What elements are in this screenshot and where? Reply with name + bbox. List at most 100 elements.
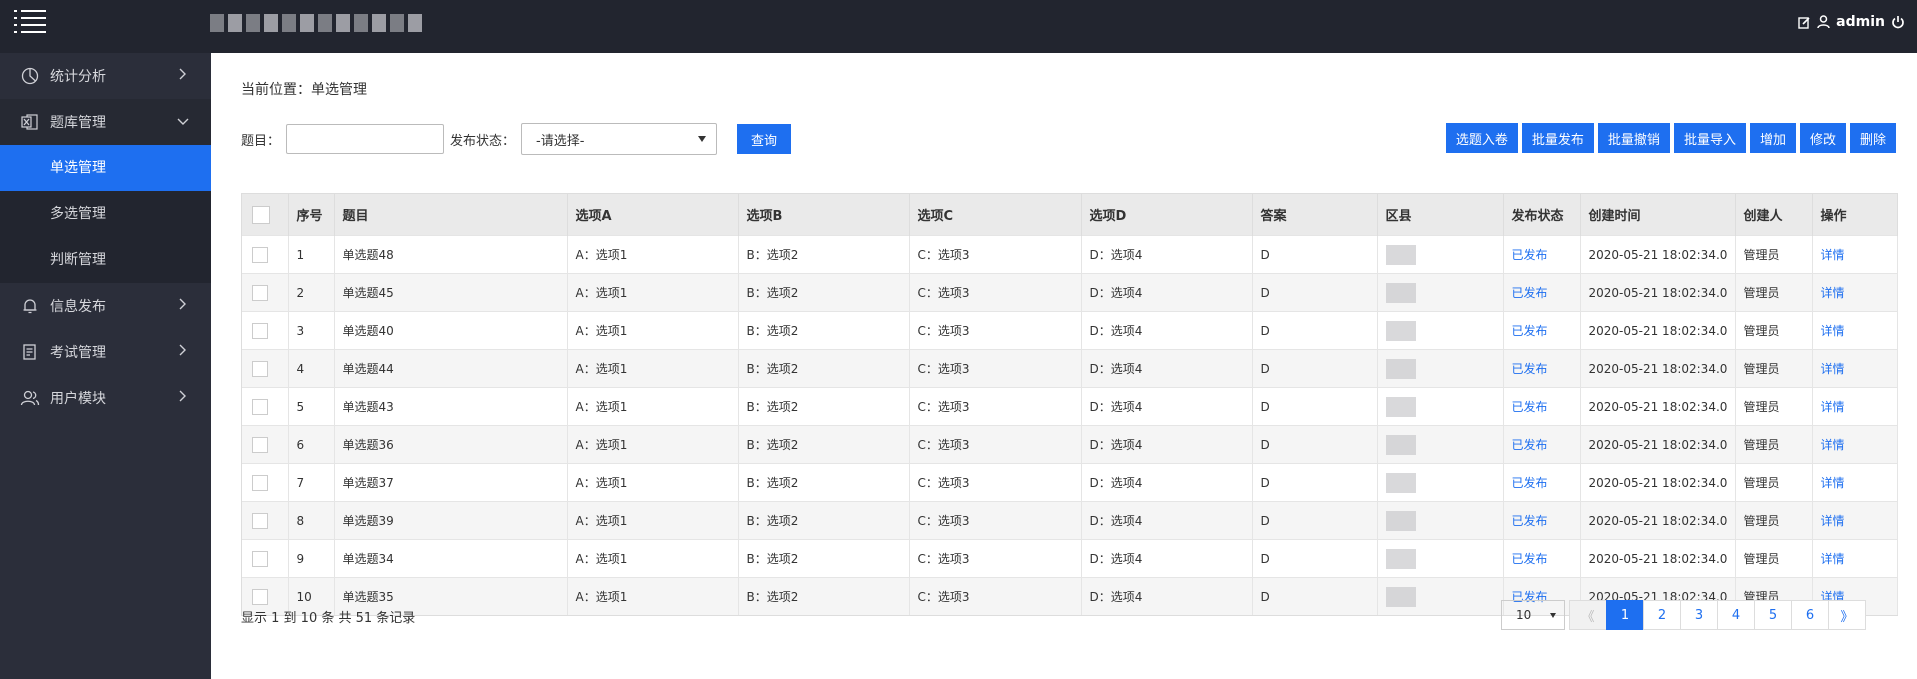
cell-answer: D <box>1252 539 1378 578</box>
cell-d: D：选项4 <box>1081 387 1253 426</box>
row-checkbox[interactable] <box>252 360 268 377</box>
cell-answer: D <box>1252 311 1378 350</box>
row-checkbox[interactable] <box>252 588 268 605</box>
sidebar-item-question-bank[interactable]: 题库管理 <box>0 99 211 145</box>
cell-title: 单选题45 <box>334 273 568 312</box>
cell-c: C：选项3 <box>909 577 1082 615</box>
prev-page-button[interactable]: 《 <box>1569 600 1607 630</box>
edit-button[interactable]: 修改 <box>1799 123 1846 153</box>
cell-no: 5 <box>288 387 335 426</box>
page-button[interactable]: 1 <box>1606 600 1644 630</box>
cell-c: C：选项3 <box>909 425 1082 464</box>
row-checkbox[interactable] <box>252 550 268 567</box>
column-header: 题目 <box>334 194 568 236</box>
row-checkbox[interactable] <box>252 436 268 453</box>
cell-operation: 详情 <box>1812 387 1898 426</box>
cell-d: D：选项4 <box>1081 463 1253 502</box>
edit-icon[interactable] <box>1798 16 1811 29</box>
details-link[interactable]: 详情 <box>1821 476 1845 490</box>
users-icon <box>20 388 40 408</box>
page-button[interactable]: 2 <box>1643 600 1681 630</box>
cell-district <box>1377 577 1504 615</box>
cell-operation: 详情 <box>1812 501 1898 540</box>
cell-operation: 详情 <box>1812 463 1898 502</box>
cell-operation: 详情 <box>1812 273 1898 312</box>
cell-c: C：选项3 <box>909 349 1082 388</box>
table-row: 8 单选题39 A：选项1 B：选项2 C：选项3 D：选项4 D 已发布 2020-05-21… <box>242 501 1898 540</box>
column-header: 选项B <box>738 194 910 236</box>
user-name[interactable]: admin <box>1836 14 1885 30</box>
cell-district <box>1377 463 1504 502</box>
cell-d: D：选项4 <box>1081 425 1253 464</box>
row-checkbox[interactable] <box>252 398 268 415</box>
cell-d: D：选项4 <box>1081 311 1253 350</box>
table-row: 9 单选题34 A：选项1 B：选项2 C：选项3 D：选项4 D 已发布 2020-05-21… <box>242 539 1898 578</box>
cell-creator: 管理员 <box>1735 235 1813 274</box>
search-button[interactable]: 查询 <box>737 124 792 154</box>
row-checkbox[interactable] <box>252 512 268 529</box>
details-link[interactable]: 详情 <box>1821 248 1845 262</box>
delete-button[interactable]: 删除 <box>1849 123 1896 153</box>
details-link[interactable]: 详情 <box>1821 552 1845 566</box>
sidebar-item-announcements[interactable]: 信息发布 <box>0 283 211 329</box>
cell-creator: 管理员 <box>1735 501 1813 540</box>
table-header-row: 序号 题目 选项A 选项B 选项C 选项D 答案 区县 发布状态 创建时间 创建… <box>242 194 1898 236</box>
table-row: 1 单选题48 A：选项1 B：选项2 C：选项3 D：选项4 D 已发布 2020-05-21… <box>242 235 1898 274</box>
sidebar-item-statistics[interactable]: 统计分析 <box>0 53 211 99</box>
status-filter-select[interactable]: -请选择- <box>521 123 718 155</box>
cell-no: 9 <box>288 539 335 578</box>
row-checkbox-cell <box>242 463 289 502</box>
cell-b: B：选项2 <box>738 235 910 274</box>
cell-answer: D <box>1252 273 1378 312</box>
title-filter-input[interactable] <box>286 124 445 154</box>
table-row: 7 单选题37 A：选项1 B：选项2 C：选项3 D：选项4 D 已发布 2020-05-21… <box>242 463 1898 502</box>
batch-publish-button[interactable]: 批量发布 <box>1521 123 1594 153</box>
next-page-button[interactable]: 》 <box>1828 600 1866 630</box>
sidebar-subitem-single-choice[interactable]: 单选管理 <box>0 145 211 191</box>
cell-creator: 管理员 <box>1735 387 1813 426</box>
user-area: admin <box>1798 14 1905 30</box>
cell-title: 单选题36 <box>334 425 568 464</box>
add-button[interactable]: 增加 <box>1749 123 1796 153</box>
sidebar-subitem-multiple-choice[interactable]: 多选管理 <box>0 191 211 237</box>
details-link[interactable]: 详情 <box>1821 400 1845 414</box>
cell-b: B：选项2 <box>738 577 910 615</box>
cell-title: 单选题40 <box>334 311 568 350</box>
details-link[interactable]: 详情 <box>1821 286 1845 300</box>
details-link[interactable]: 详情 <box>1821 324 1845 338</box>
details-link[interactable]: 详情 <box>1821 362 1845 376</box>
row-checkbox[interactable] <box>252 474 268 491</box>
table-row: 4 单选题44 A：选项1 B：选项2 C：选项3 D：选项4 D 已发布 2020-05-21… <box>242 349 1898 388</box>
cell-creator: 管理员 <box>1735 539 1813 578</box>
power-icon[interactable] <box>1891 15 1905 29</box>
page-button[interactable]: 3 <box>1680 600 1718 630</box>
menu-toggle-icon[interactable] <box>14 9 46 35</box>
row-checkbox[interactable] <box>252 246 268 263</box>
add-to-paper-button[interactable]: 选题入卷 <box>1445 123 1518 153</box>
row-checkbox[interactable] <box>252 322 268 339</box>
sidebar-item-users[interactable]: 用户模块 <box>0 375 211 421</box>
cell-no: 8 <box>288 501 335 540</box>
cell-title: 单选题37 <box>334 463 568 502</box>
cell-district <box>1377 349 1504 388</box>
sidebar-subitem-true-false[interactable]: 判断管理 <box>0 237 211 283</box>
details-link[interactable]: 详情 <box>1821 514 1845 528</box>
caret-down-icon <box>1550 612 1556 618</box>
select-all-checkbox[interactable] <box>252 205 270 224</box>
district-redacted <box>1385 358 1416 379</box>
cell-status: 已发布 <box>1503 311 1581 350</box>
page-button[interactable]: 5 <box>1754 600 1792 630</box>
chevron-right-icon <box>179 298 186 310</box>
page-button[interactable]: 6 <box>1791 600 1829 630</box>
details-link[interactable]: 详情 <box>1821 438 1845 452</box>
page-button[interactable]: 4 <box>1717 600 1755 630</box>
excel-icon <box>20 112 40 132</box>
batch-revoke-button[interactable]: 批量撤销 <box>1597 123 1670 153</box>
cell-creator: 管理员 <box>1735 463 1813 502</box>
cell-answer: D <box>1252 349 1378 388</box>
row-checkbox[interactable] <box>252 284 268 301</box>
sidebar-item-exams[interactable]: 考试管理 <box>0 329 211 375</box>
cell-operation: 详情 <box>1812 425 1898 464</box>
page-size-select[interactable]: 10 <box>1501 600 1565 630</box>
batch-import-button[interactable]: 批量导入 <box>1673 123 1746 153</box>
